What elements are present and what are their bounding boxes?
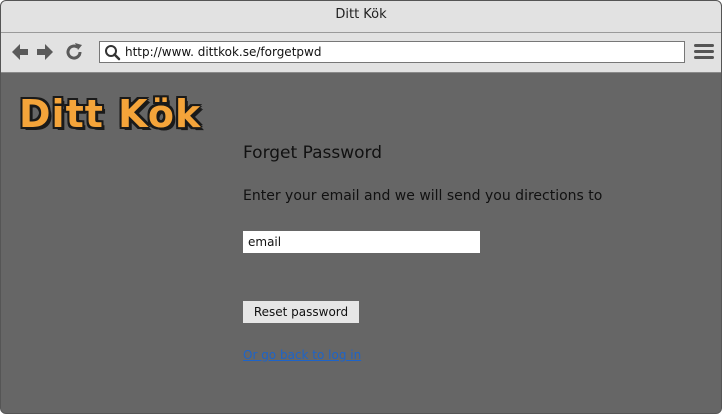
window-title: Ditt Kök	[335, 7, 387, 22]
forward-arrow-icon[interactable]	[34, 41, 56, 63]
back-to-login-link[interactable]: Or go back to log in	[243, 348, 361, 362]
search-icon	[105, 45, 121, 61]
address-bar[interactable]: http://www. dittkok.se/forgetpwd	[99, 41, 685, 63]
instructions-text: Enter your email and we will send you di…	[243, 188, 603, 204]
address-url: http://www. dittkok.se/forgetpwd	[125, 45, 322, 59]
back-arrow-icon[interactable]	[9, 41, 31, 63]
reload-icon[interactable]	[63, 41, 85, 63]
window-titlebar: Ditt Kök	[1, 1, 721, 33]
email-field[interactable]	[243, 231, 480, 253]
browser-toolbar: http://www. dittkok.se/forgetpwd	[1, 33, 721, 73]
site-logo[interactable]: Ditt Kök	[19, 91, 201, 137]
page-content: Ditt Kök Forget Password Enter your emai…	[1, 73, 721, 413]
hamburger-menu-icon[interactable]	[694, 44, 714, 62]
reset-password-button[interactable]: Reset password	[243, 301, 359, 323]
page-title: Forget Password	[243, 143, 382, 163]
browser-window: Ditt Kök http://www. dittkok.se/forgetpw…	[0, 0, 722, 414]
